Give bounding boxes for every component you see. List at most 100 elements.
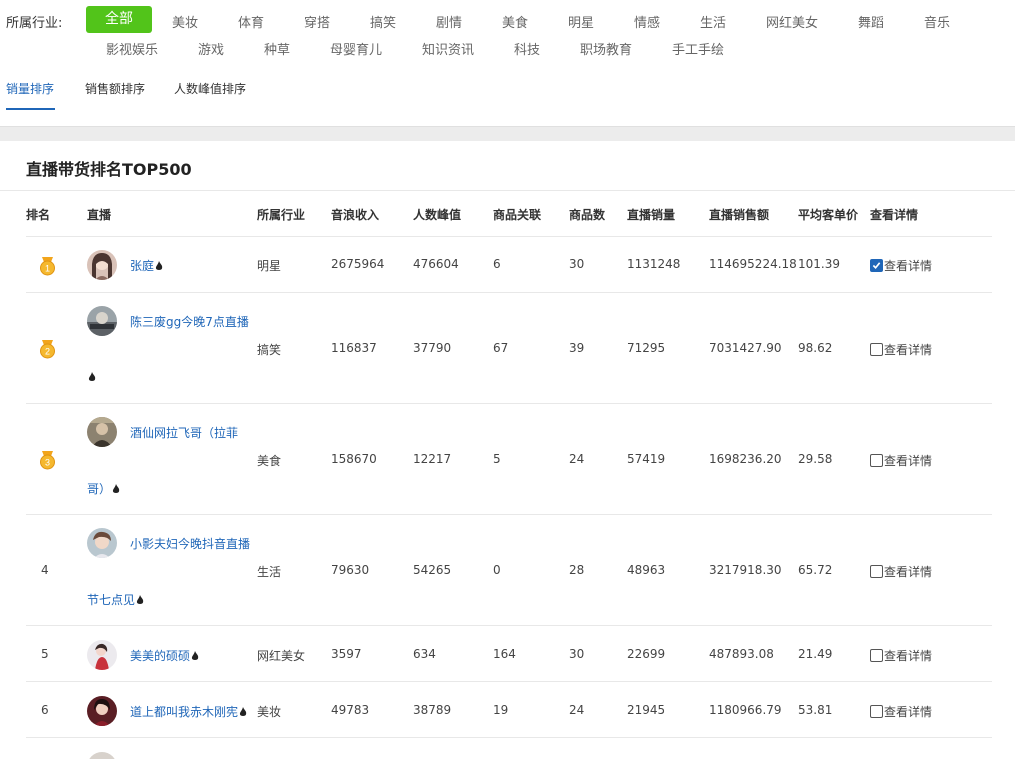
silver-medal-icon: 2 <box>40 340 55 359</box>
industry-tag[interactable]: 穿搭 <box>304 12 330 31</box>
anchor-link[interactable]: 张庭 <box>130 257 163 274</box>
anchor-link[interactable]: 小影夫妇今晚抖音直播 <box>130 535 250 552</box>
linked-cell: 6 <box>493 257 501 271</box>
industry-tag[interactable]: 搞笑 <box>370 12 396 31</box>
avatar[interactable] <box>87 752 117 759</box>
industry-tag[interactable]: 科技 <box>514 39 540 58</box>
industry-cell: 明星 <box>257 259 282 273</box>
checkbox-checked-icon[interactable] <box>870 259 883 272</box>
svg-text:3: 3 <box>45 458 50 468</box>
anchor-link[interactable]: 道上都叫我赤木刚宪 <box>130 703 247 720</box>
active-tab-underline <box>6 108 55 110</box>
industry-tag[interactable]: 网红美女 <box>766 12 818 31</box>
peak-cell: 12217 <box>413 452 452 466</box>
svg-text:2: 2 <box>45 347 50 357</box>
revenue-cell: 1698236.20 <box>709 452 782 466</box>
industry-tag[interactable]: 剧情 <box>436 12 462 31</box>
avatar[interactable] <box>87 640 117 670</box>
industry-tag[interactable]: 手工手绘 <box>672 39 724 58</box>
row-divider <box>26 514 992 515</box>
fire-icon <box>88 372 96 381</box>
yinlang-cell: 3597 <box>331 647 362 661</box>
column-header-avg-price: 平均客单价 <box>798 208 859 222</box>
row-divider <box>26 681 992 682</box>
peak-cell: 38789 <box>413 703 452 717</box>
linked-cell: 0 <box>493 563 501 577</box>
avg-price-cell: 65.72 <box>798 563 833 577</box>
anchor-link[interactable]: 酒仙网拉飞哥（拉菲 <box>130 424 238 441</box>
checkbox-icon[interactable] <box>870 454 883 467</box>
title-divider <box>0 190 1015 191</box>
checkbox-icon[interactable] <box>870 705 883 718</box>
tab-sort-by-sales[interactable]: 销量排序 <box>6 80 54 97</box>
avatar[interactable] <box>87 417 117 447</box>
rank-number: 4 <box>41 563 49 577</box>
column-header-sales: 直播销量 <box>627 208 676 222</box>
industry-tag[interactable]: 情感 <box>634 12 660 31</box>
view-detail-toggle[interactable]: 查看详情 <box>870 563 932 580</box>
industry-cell: 生活 <box>257 565 282 579</box>
fire-icon <box>239 707 247 716</box>
goods-cell: 39 <box>569 341 585 355</box>
yinlang-cell: 79630 <box>331 563 370 577</box>
fire-icon <box>112 484 120 493</box>
checkbox-icon[interactable] <box>870 343 883 356</box>
tab-sort-by-peak[interactable]: 人数峰值排序 <box>174 80 246 97</box>
view-detail-toggle[interactable]: 查看详情 <box>870 647 932 664</box>
goods-cell: 24 <box>569 452 585 466</box>
view-detail-toggle[interactable]: 查看详情 <box>870 703 932 720</box>
anchor-link[interactable]: 美美的硕硕 <box>130 647 199 664</box>
peak-cell: 37790 <box>413 341 452 355</box>
bronze-medal-icon: 3 <box>40 451 55 470</box>
industry-tag[interactable]: 知识资讯 <box>422 39 474 58</box>
view-detail-toggle[interactable]: 查看详情 <box>870 257 932 274</box>
view-detail-toggle[interactable]: 查看详情 <box>870 341 932 358</box>
industry-cell: 搞笑 <box>257 343 282 357</box>
industry-tag[interactable]: 种草 <box>264 39 290 58</box>
linked-cell: 19 <box>493 703 509 717</box>
sales-cell: 21945 <box>627 703 666 717</box>
tab-sort-by-revenue[interactable]: 销售额排序 <box>85 80 145 97</box>
linked-cell: 67 <box>493 341 509 355</box>
industry-tag[interactable]: 生活 <box>700 12 726 31</box>
avatar[interactable] <box>87 250 117 280</box>
column-header-anchor: 直播 <box>87 208 112 222</box>
industry-tag[interactable]: 体育 <box>238 12 264 31</box>
avg-price-cell: 29.58 <box>798 452 833 466</box>
revenue-cell: 7031427.90 <box>709 341 782 355</box>
anchor-link-continued[interactable]: 节七点见 <box>87 591 144 608</box>
goods-cell: 24 <box>569 703 585 717</box>
sales-cell: 57419 <box>627 452 666 466</box>
industry-tag[interactable]: 母婴育儿 <box>330 39 382 58</box>
yinlang-cell: 116837 <box>331 341 377 355</box>
sales-cell: 48963 <box>627 563 666 577</box>
industry-tag[interactable]: 职场教育 <box>580 39 632 58</box>
page-title: 直播带货排名TOP500 <box>26 160 192 179</box>
checkbox-icon[interactable] <box>870 649 883 662</box>
sales-cell: 71295 <box>627 341 666 355</box>
industry-tag[interactable]: 影视娱乐 <box>106 39 158 58</box>
peak-cell: 634 <box>413 647 436 661</box>
industry-tag[interactable]: 明星 <box>568 12 594 31</box>
avatar[interactable] <box>87 528 117 558</box>
industry-tag[interactable]: 舞蹈 <box>858 12 884 31</box>
avg-price-cell: 53.81 <box>798 703 833 717</box>
goods-cell: 30 <box>569 257 585 271</box>
anchor-link-continued[interactable]: 哥） <box>87 480 120 497</box>
revenue-cell: 1180966.79 <box>709 703 782 717</box>
industry-tag-all[interactable]: 全部 <box>86 6 152 33</box>
linked-cell: 5 <box>493 452 501 466</box>
row-divider <box>26 236 992 237</box>
view-detail-toggle[interactable]: 查看详情 <box>870 452 932 469</box>
goods-cell: 28 <box>569 563 585 577</box>
row-divider <box>26 625 992 626</box>
industry-tag[interactable]: 美妆 <box>172 12 198 31</box>
avatar[interactable] <box>87 696 117 726</box>
industry-tag[interactable]: 音乐 <box>924 12 950 31</box>
industry-tag[interactable]: 美食 <box>502 12 528 31</box>
anchor-link[interactable]: 陈三废gg今晚7点直播 <box>130 313 249 330</box>
checkbox-icon[interactable] <box>870 565 883 578</box>
avg-price-cell: 98.62 <box>798 341 833 355</box>
industry-tag[interactable]: 游戏 <box>198 39 224 58</box>
avatar[interactable] <box>87 306 117 336</box>
